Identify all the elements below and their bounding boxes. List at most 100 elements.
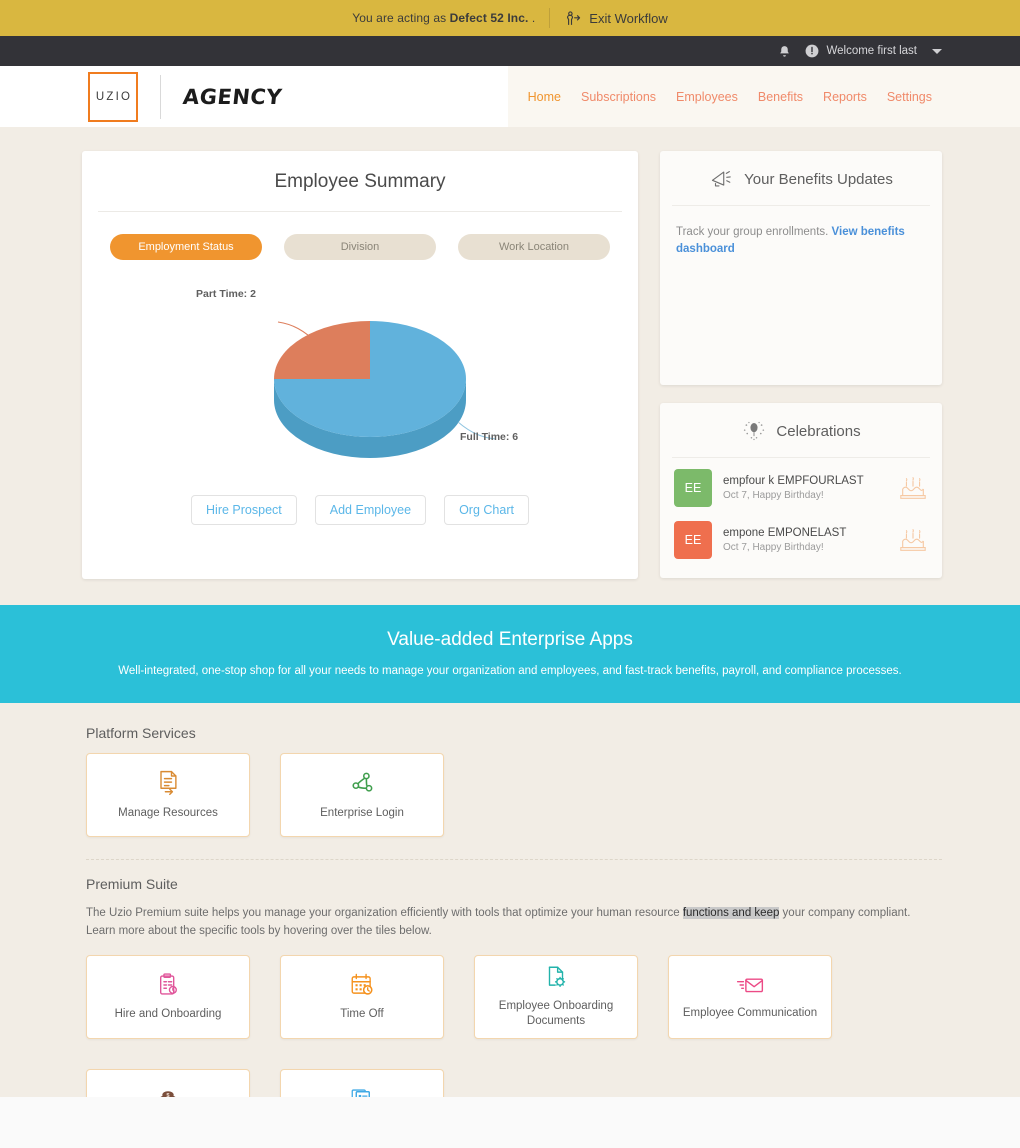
- coins-stack-icon: $: [155, 1086, 181, 1097]
- chevron-down-icon[interactable]: [932, 48, 942, 54]
- tab-division[interactable]: Division: [284, 234, 436, 260]
- clipboard-check-icon: [155, 972, 181, 998]
- tile-label: Manage Resources: [118, 806, 218, 819]
- impersonation-company: Defect 52 Inc.: [449, 11, 529, 25]
- tile-compliance-documents[interactable]: Compliance Documents: [280, 1068, 444, 1097]
- tile-time-off[interactable]: Time Off: [280, 954, 444, 1039]
- celebration-name: empone EMPONELAST: [723, 527, 847, 539]
- tile-label: Employee Communication: [682, 1006, 818, 1019]
- impersonation-text: You are acting as Defect 52 Inc. .: [352, 11, 535, 25]
- apps-section: Platform Services Manage Resources Enter…: [0, 703, 1020, 1097]
- nav-item-settings[interactable]: Settings: [885, 86, 934, 108]
- avatar: EE: [674, 521, 712, 559]
- benefits-updates-title: Your Benefits Updates: [744, 170, 893, 188]
- tile-hire-and-onboarding[interactable]: Hire and Onboarding: [86, 954, 250, 1039]
- brand-divider: [160, 74, 161, 119]
- dashboard-content: Employee Summary Employment Status Divis…: [0, 127, 1020, 579]
- tile-label: Hire and Onboarding: [114, 1007, 222, 1020]
- top-utility-bar: Welcome first last: [0, 36, 1020, 66]
- list-item[interactable]: EE empfour k EMPFOURLAST Oct 7, Happy Bi…: [674, 462, 928, 514]
- employee-summary-actions: Hire Prospect Add Employee Org Chart: [82, 495, 638, 525]
- nav-item-subscriptions[interactable]: Subscriptions: [579, 86, 658, 108]
- org-chart-button[interactable]: Org Chart: [444, 495, 529, 525]
- tile-label: Enterprise Login: [320, 806, 404, 819]
- benefits-updates-header: Your Benefits Updates: [660, 151, 942, 205]
- agency-title: AGENCY: [181, 84, 284, 109]
- tile-enterprise-login[interactable]: Enterprise Login: [280, 753, 444, 837]
- dashboard-right-column: Your Benefits Updates Track your group e…: [660, 151, 942, 578]
- celebration-subtitle: Oct 7, Happy Birthday!: [723, 490, 824, 501]
- nav-item-home[interactable]: Home: [526, 86, 563, 108]
- exit-workflow-label: Exit Workflow: [589, 10, 668, 26]
- benefits-updates-body: Track your group enrollments. View benef…: [660, 206, 942, 277]
- main-navbar: UZIO AGENCY Home Subscriptions Employees…: [0, 66, 1020, 127]
- list-item[interactable]: EE empone EMPONELAST Oct 7, Happy Birthd…: [674, 514, 928, 566]
- calendar-clock-icon: [349, 972, 375, 998]
- add-employee-button[interactable]: Add Employee: [314, 495, 427, 525]
- nav-links: Home Subscriptions Employees Benefits Re…: [526, 86, 934, 108]
- premium-suite-tiles-row-2: $ Employee Compensation: [86, 1068, 942, 1097]
- bell-icon[interactable]: [778, 44, 791, 59]
- employee-summary-tabs: Employment Status Division Work Location: [82, 212, 638, 260]
- celebrations-header: Celebrations: [660, 403, 942, 457]
- welcome-label: Welcome first last: [826, 45, 917, 57]
- impersonation-prefix: You are acting as: [352, 11, 450, 25]
- pie-label-full-time: Full Time: 6: [460, 431, 519, 443]
- premium-suite-title: Premium Suite: [86, 876, 178, 892]
- pie-label-part-time: Part Time: 2: [196, 288, 256, 300]
- user-menu[interactable]: Welcome first last: [805, 44, 942, 58]
- exit-workflow-icon: [564, 10, 581, 27]
- benefits-updates-text: Track your group enrollments.: [676, 226, 832, 238]
- tab-work-location[interactable]: Work Location: [458, 234, 610, 260]
- celebrations-title: Celebrations: [776, 422, 861, 440]
- brand-block: UZIO AGENCY: [0, 66, 284, 127]
- section-separator: [86, 859, 942, 860]
- nav-right: Home Subscriptions Employees Benefits Re…: [507, 66, 1020, 127]
- tile-label: Employee Onboarding Documents: [498, 999, 614, 1028]
- uzio-logo[interactable]: UZIO: [88, 71, 138, 122]
- enterprise-apps-subtitle: Well-integrated, one-stop shop for all y…: [118, 665, 902, 677]
- tab-employment-status[interactable]: Employment Status: [110, 234, 262, 260]
- exit-workflow-button[interactable]: Exit Workflow: [564, 10, 668, 27]
- tile-employee-compensation[interactable]: $ Employee Compensation: [86, 1068, 250, 1097]
- celebration-name: empfour k EMPFOURLAST: [723, 475, 864, 487]
- impersonation-bar: You are acting as Defect 52 Inc. . Exit …: [0, 0, 1020, 36]
- premium-suite-description: The Uzio Premium suite helps you manage …: [86, 904, 942, 941]
- celebration-meta: empfour k EMPFOURLAST Oct 7, Happy Birth…: [723, 475, 887, 501]
- tile-employee-communication[interactable]: Employee Communication: [668, 954, 832, 1039]
- employee-summary-card: Employee Summary Employment Status Divis…: [82, 151, 638, 579]
- tile-manage-resources[interactable]: Manage Resources: [86, 753, 250, 837]
- nav-item-reports[interactable]: Reports: [821, 86, 869, 108]
- uzio-logo-text: UZIO: [95, 90, 133, 103]
- dashboard-top-row: Employee Summary Employment Status Divis…: [82, 151, 942, 579]
- balloon-confetti-icon: [741, 420, 767, 442]
- tile-label: Time Off: [340, 1007, 384, 1020]
- nav-item-benefits[interactable]: Benefits: [756, 86, 805, 108]
- birthday-cake-icon: [898, 525, 928, 555]
- hire-prospect-button[interactable]: Hire Prospect: [191, 495, 297, 525]
- premium-desc-selection: functions and keep: [682, 907, 780, 919]
- browser-viewport: You are acting as Defect 52 Inc. . Exit …: [0, 0, 1020, 1148]
- documents-list-icon: [349, 1086, 375, 1097]
- birthday-cake-icon: [898, 473, 928, 503]
- impersonation-divider: [549, 8, 551, 28]
- document-gear-icon: [543, 964, 569, 990]
- megaphone-icon: [709, 168, 735, 190]
- benefits-updates-card: Your Benefits Updates Track your group e…: [660, 151, 942, 385]
- platform-services-tiles: Manage Resources Enterprise Login: [86, 753, 942, 837]
- impersonation-suffix: .: [528, 11, 536, 25]
- envelope-send-icon: [736, 973, 764, 997]
- pie-chart-svg: [274, 321, 497, 458]
- platform-services-title: Platform Services: [86, 725, 196, 741]
- enterprise-apps-title: Value-added Enterprise Apps: [387, 629, 633, 650]
- document-export-icon: [154, 769, 182, 797]
- avatar: EE: [674, 469, 712, 507]
- employee-pie-chart: Part Time: 2 Full Time: 6: [82, 274, 638, 489]
- celebration-subtitle: Oct 7, Happy Birthday!: [723, 542, 824, 553]
- nav-item-employees[interactable]: Employees: [674, 86, 740, 108]
- network-nodes-icon: [348, 769, 376, 797]
- tile-employee-onboarding-documents[interactable]: Employee Onboarding Documents: [474, 954, 638, 1039]
- enterprise-apps-banner: Value-added Enterprise Apps Well-integra…: [0, 605, 1020, 703]
- premium-suite-tiles-row-1: Hire and Onboarding Time Off Employee On…: [86, 954, 942, 1039]
- page-root: You are acting as Defect 52 Inc. . Exit …: [0, 0, 1020, 1097]
